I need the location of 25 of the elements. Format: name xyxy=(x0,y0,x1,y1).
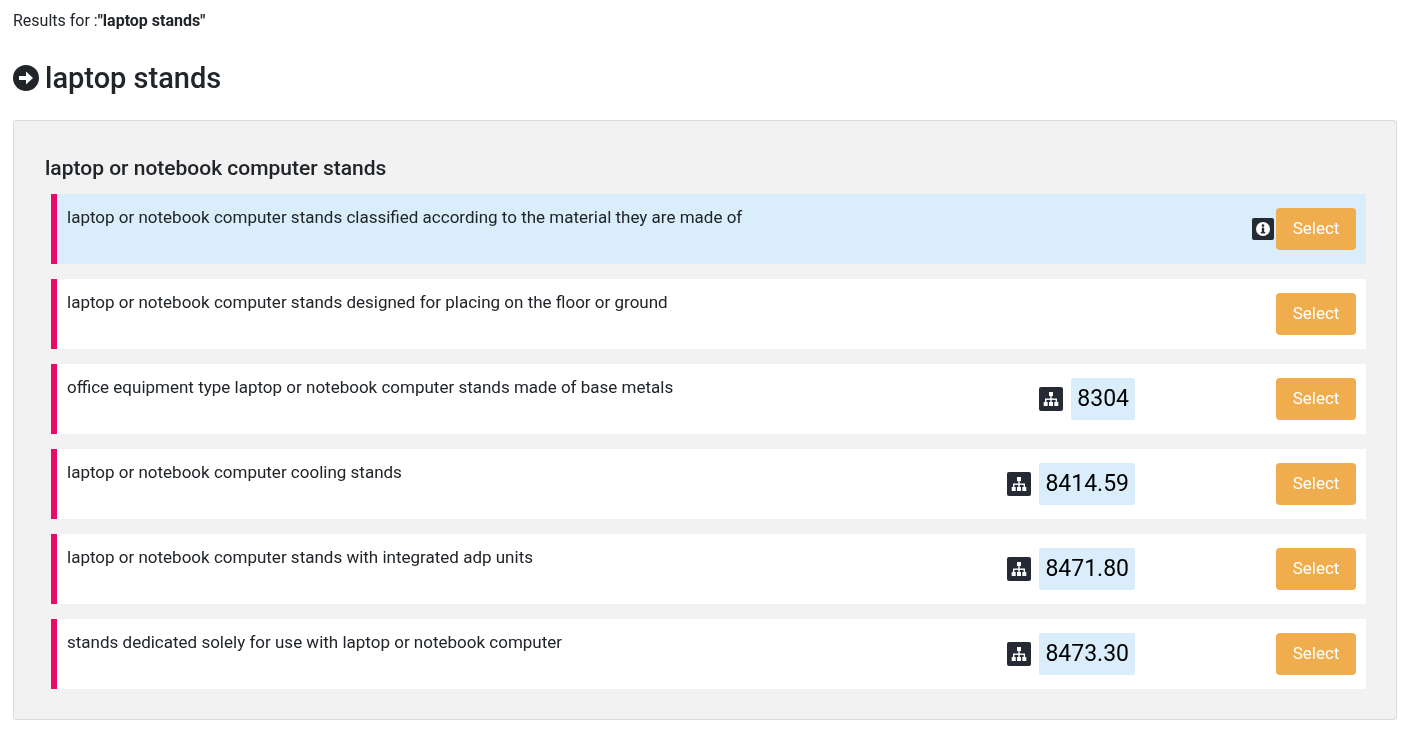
code-badge[interactable]: 8414.59 xyxy=(1039,463,1135,505)
select-button[interactable]: Select xyxy=(1276,208,1356,250)
select-button[interactable]: Select xyxy=(1276,463,1356,505)
row-description: laptop or notebook computer cooling stands xyxy=(67,461,403,483)
code-badge[interactable]: 8471.80 xyxy=(1039,548,1135,590)
select-button[interactable]: Select xyxy=(1276,293,1356,335)
select-button[interactable]: Select xyxy=(1276,633,1356,675)
row-description: office equipment type laptop or notebook computer stands made of base metals xyxy=(67,376,675,398)
info-icon[interactable] xyxy=(1252,218,1274,240)
code-badge[interactable]: 8304 xyxy=(1071,378,1135,420)
select-button[interactable]: Select xyxy=(1276,378,1356,420)
code-badge[interactable]: 8473.30 xyxy=(1039,633,1135,675)
hierarchy-icon[interactable] xyxy=(1007,472,1032,496)
arrow-circle-icon xyxy=(13,65,39,91)
results-query: Results for :"laptop stands" xyxy=(13,10,206,32)
row-description: laptop or notebook computer stands classified according to the material they are made of xyxy=(67,206,744,228)
row-description: laptop or notebook computer stands with integrated adp units xyxy=(67,546,534,568)
hierarchy-icon[interactable] xyxy=(1039,387,1064,411)
page-heading: laptop stands xyxy=(45,60,222,96)
group-title: laptop or notebook computer stands xyxy=(45,155,387,182)
row-description: laptop or notebook computer stands designed for placing on the floor or ground xyxy=(67,291,669,313)
row-description: stands dedicated solely for use with laptop or notebook computer xyxy=(67,631,564,653)
hierarchy-icon[interactable] xyxy=(1007,642,1032,666)
select-button[interactable]: Select xyxy=(1276,548,1356,590)
hierarchy-icon[interactable] xyxy=(1007,557,1032,581)
